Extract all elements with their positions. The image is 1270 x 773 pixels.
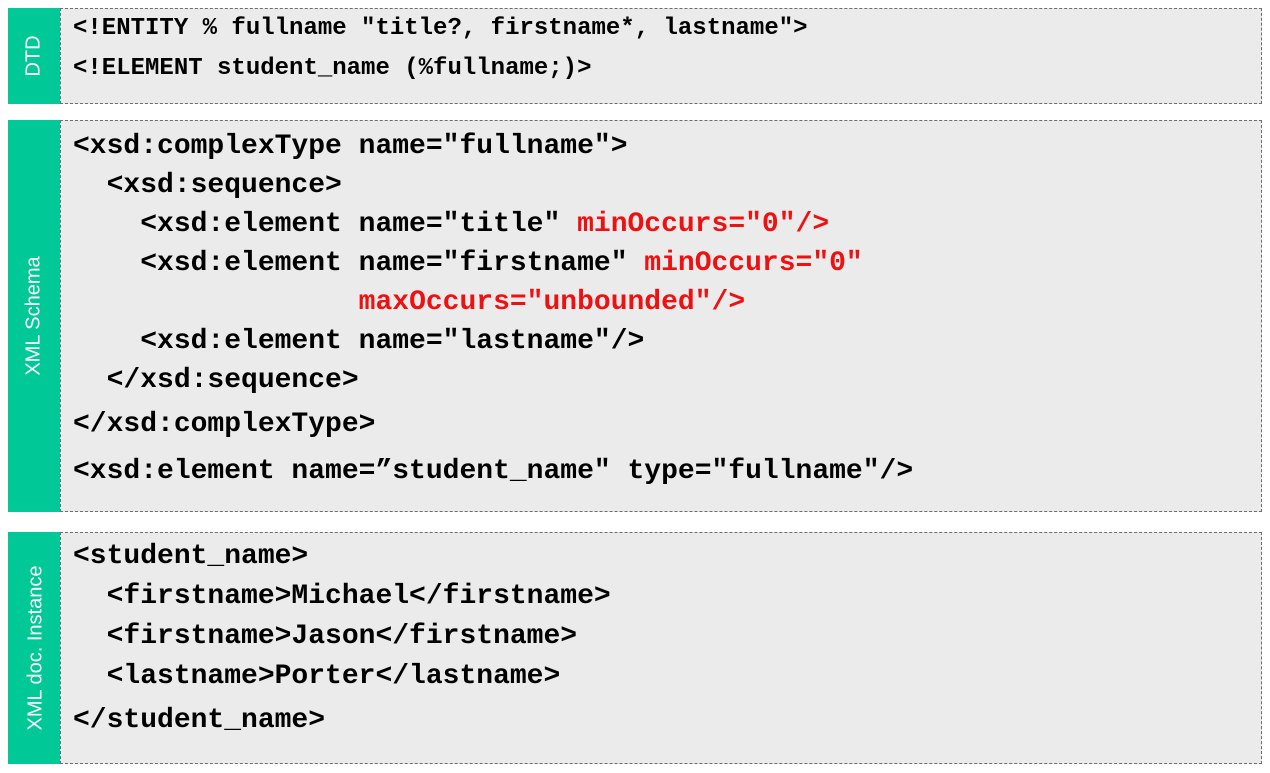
schema-code-line: <xsd:element name=”student_name" type="f…: [73, 456, 913, 487]
schema-code-line: <xsd:complexType name="fullname">: [73, 131, 628, 162]
code-highlight: minOccurs="0"/>: [577, 209, 830, 240]
dtd-code-line: <!ELEMENT student_name (%fullname;)>: [73, 55, 591, 82]
instance-code-line: <firstname>Michael</firstname>: [73, 581, 611, 612]
schema-code-line: maxOccurs="unbounded"/>: [73, 287, 745, 318]
schema-code-line: <xsd:element name="firstname" minOccurs=…: [73, 248, 863, 279]
code-text: <lastname>Porter</lastname>: [73, 661, 561, 692]
code-highlight: minOccurs="0": [644, 248, 863, 279]
schema-code-line: <xsd:element name="lastname"/>: [73, 326, 644, 357]
code-text: <!ENTITY % fullname "title?, firstname*,…: [73, 15, 808, 42]
instance-code-line: </student_name>: [73, 705, 325, 736]
code-text: <!ELEMENT student_name (%fullname;)>: [73, 55, 592, 82]
dtd-code-line: <!ENTITY % fullname "title?, firstname*,…: [73, 15, 808, 42]
instance-panel: XML doc. Instance <student_name> <firstn…: [8, 532, 1262, 764]
code-text: <xsd:sequence>: [73, 170, 342, 201]
code-text: </xsd:sequence>: [73, 365, 359, 396]
dtd-panel: DTD <!ENTITY % fullname "title?, firstna…: [8, 8, 1262, 104]
code-text: <xsd:element name="lastname"/>: [73, 326, 645, 357]
instance-code-line: <firstname>Jason</firstname>: [73, 621, 578, 652]
schema-code-box: <xsd:complexType name="fullname"> <xsd:s…: [60, 120, 1262, 512]
schema-tab-label: XML Schema: [22, 256, 45, 376]
code-text: <xsd:element name="title": [73, 209, 578, 240]
code-highlight: maxOccurs="unbounded"/>: [358, 287, 746, 318]
schema-code-line: <xsd:element name="title" minOccurs="0"/…: [73, 209, 829, 240]
dtd-tab: DTD: [8, 8, 60, 104]
schema-code-line: </xsd:sequence>: [73, 365, 359, 396]
code-text: <xsd:element name="firstname": [73, 248, 645, 279]
dtd-tab-label: DTD: [22, 35, 45, 77]
instance-code-line: <lastname>Porter</lastname>: [73, 661, 561, 692]
dtd-code-box: <!ENTITY % fullname "title?, firstname*,…: [60, 8, 1262, 104]
schema-tab: XML Schema: [8, 120, 60, 512]
code-text: </xsd:complexType>: [73, 409, 376, 440]
instance-code-box: <student_name> <firstname>Michael</first…: [60, 532, 1262, 764]
schema-code-line: </xsd:complexType>: [73, 409, 375, 440]
code-text: <student_name>: [73, 541, 309, 572]
code-text: <xsd:element name=”student_name" type="f…: [73, 456, 914, 487]
code-text: <firstname>Jason</firstname>: [73, 621, 578, 652]
schema-code-line: <xsd:sequence>: [73, 170, 342, 201]
instance-tab-label: XML doc. Instance: [24, 565, 47, 731]
instance-code-line: <student_name>: [73, 541, 308, 572]
code-text: </student_name>: [73, 705, 326, 736]
code-text: <firstname>Michael</firstname>: [73, 581, 611, 612]
code-text: <xsd:complexType name="fullname">: [73, 131, 628, 162]
schema-panel: XML Schema <xsd:complexType name="fullna…: [8, 120, 1262, 512]
